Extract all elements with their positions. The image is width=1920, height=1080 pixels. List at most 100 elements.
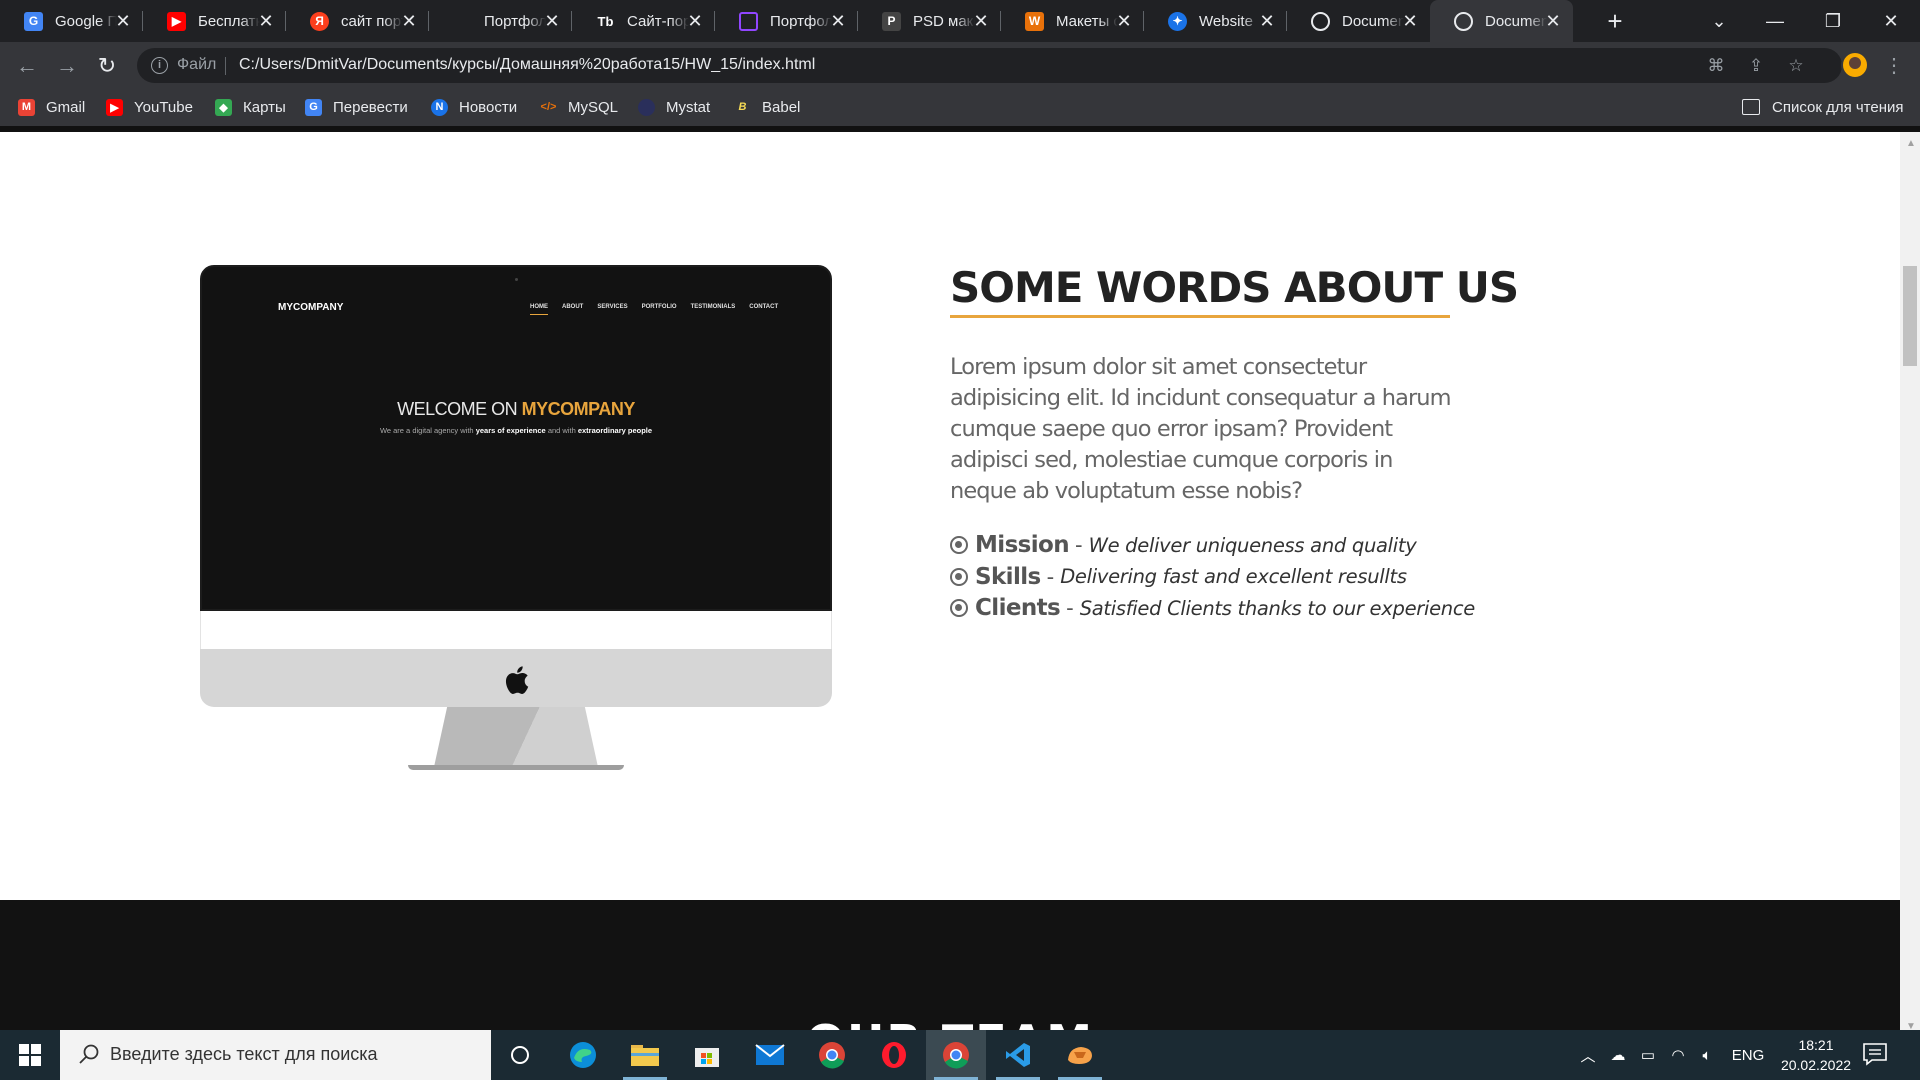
taskbar-store[interactable] <box>677 1030 737 1080</box>
mockup-hero-title-light: WELCOME ON <box>397 399 522 419</box>
bookmark-translate[interactable]: G Перевести <box>305 96 408 118</box>
tab-website[interactable]: ✦ Website ✕ <box>1144 0 1287 42</box>
tab-label: Website <box>1199 12 1253 30</box>
tab-psd-mockup[interactable]: P PSD маке ✕ <box>858 0 1001 42</box>
start-button[interactable] <box>0 1030 60 1080</box>
mockup-nav: HOME ABOUT SERVICES PORTFOLIO TESTIMONIA… <box>530 304 779 315</box>
tab-site-portfolio[interactable]: Tb Сайт-пор ✕ <box>572 0 715 42</box>
tab-portfolio-1[interactable]: Портфол ✕ <box>429 0 572 42</box>
about-title-bold: ABOUT US <box>1284 263 1519 312</box>
clock-time: 18:21 <box>1798 1037 1834 1053</box>
bookmark-babel[interactable]: B Babel <box>734 96 801 118</box>
tab-youtube[interactable]: ▶ Бесплатн ✕ <box>143 0 286 42</box>
tab-label: Documen <box>1342 12 1404 30</box>
tab-search-chevron-icon[interactable]: ⌄ <box>1696 0 1742 42</box>
close-icon[interactable]: ✕ <box>685 11 705 31</box>
page-scrollbar[interactable]: ▲ ▼ <box>1900 132 1920 1030</box>
tab-yandex[interactable]: Я сайт порт ✕ <box>286 0 429 42</box>
close-icon[interactable]: ✕ <box>399 11 419 31</box>
close-window-button[interactable]: ✕ <box>1868 0 1914 42</box>
mockup-hero-title-bold: MYCOMPANY <box>521 399 636 419</box>
about-paragraph: Lorem ipsum dolor sit amet consectetur a… <box>950 354 1452 504</box>
taskbar-app-orange[interactable] <box>1050 1030 1110 1080</box>
youtube-icon: ▶ <box>106 98 123 116</box>
feature-skills: Skills - Delivering fast and excellent r… <box>950 561 1452 593</box>
feature-name: Skills <box>975 563 1041 590</box>
close-icon[interactable]: ✕ <box>1400 11 1420 31</box>
tray-chevron-up-icon[interactable]: ︿ <box>1576 1030 1600 1080</box>
address-bar[interactable]: i Файл C:/Users/DmitVar/Documents/курсы/… <box>137 48 1842 83</box>
bookmark-label: Mystat <box>666 98 711 116</box>
wifi-icon[interactable]: ◠ <box>1665 1030 1691 1080</box>
camera-dot <box>515 278 518 281</box>
bookmark-mysql[interactable]: </> MySQL <box>540 96 618 118</box>
clock[interactable]: 18:21 20.02.2022 <box>1776 1035 1856 1075</box>
bookmark-gmail[interactable]: M Gmail <box>18 96 85 118</box>
translate-icon[interactable]: ⌘ <box>1705 55 1727 77</box>
new-tab-button[interactable]: + <box>1600 6 1630 36</box>
forward-button[interactable]: → <box>51 50 83 82</box>
chrome-icon <box>819 1042 845 1069</box>
scroll-thumb[interactable] <box>1903 266 1917 366</box>
close-icon[interactable]: ✕ <box>542 11 562 31</box>
mockup-nav-item: CONTACT <box>749 304 779 310</box>
feature-separator: - <box>1046 564 1055 589</box>
bookmark-mystat[interactable]: Mystat <box>638 96 710 118</box>
close-icon[interactable]: ✕ <box>256 11 276 31</box>
close-icon[interactable]: ✕ <box>1114 11 1134 31</box>
bookmark-youtube[interactable]: ▶ YouTube <box>106 96 193 118</box>
tab-mockups[interactable]: W Макеты с ✕ <box>1001 0 1144 42</box>
taskbar-vscode[interactable] <box>988 1030 1048 1080</box>
task-view-button[interactable] <box>490 1030 550 1080</box>
bookmark-label: Перевести <box>333 98 408 116</box>
volume-icon[interactable]: 🔈︎ <box>1693 1030 1721 1080</box>
scroll-down-arrow-icon[interactable]: ▼ <box>1906 1021 1916 1030</box>
taskbar-chrome[interactable] <box>802 1030 862 1080</box>
language-indicator[interactable]: ENG <box>1728 1030 1768 1080</box>
close-icon[interactable]: ✕ <box>1543 11 1563 31</box>
restore-button[interactable]: ❐ <box>1810 0 1856 42</box>
scroll-up-arrow-icon[interactable]: ▲ <box>1906 138 1916 149</box>
bookmark-maps[interactable]: ◆ Карты <box>215 96 286 118</box>
taskbar-opera[interactable] <box>864 1030 924 1080</box>
taskbar-search-box[interactable]: Введите здесь текст для поиска <box>60 1030 491 1080</box>
close-icon[interactable]: ✕ <box>1257 11 1277 31</box>
feature-name: Clients <box>975 595 1061 622</box>
blank-page-icon <box>453 12 472 31</box>
mockup-hero-subtitle: We are a digital agency with years of ex… <box>202 426 830 435</box>
url-text[interactable]: C:/Users/DmitVar/Documents/курсы/Домашня… <box>239 56 815 74</box>
bookmark-star-icon[interactable]: ☆ <box>1785 55 1807 77</box>
tab-label: Documen <box>1485 12 1547 30</box>
bookmarks-bar: M Gmail ▶ YouTube ◆ Карты G Перевести N Новос… <box>0 89 1920 126</box>
bookmark-news[interactable]: N Новости <box>431 96 517 118</box>
onedrive-cloud-icon[interactable]: ☁ <box>1605 1030 1631 1080</box>
notification-icon[interactable] <box>1862 1042 1888 1066</box>
psd-icon: P <box>882 11 901 31</box>
search-placeholder: Введите здесь текст для поиска <box>110 1044 378 1064</box>
taskbar-file-explorer[interactable] <box>615 1030 675 1080</box>
dot-circle-icon <box>950 567 968 586</box>
mockup-sub-part: We are a digital agency with <box>379 426 476 435</box>
reading-list-button[interactable]: Список для чтения <box>1742 96 1904 118</box>
close-icon[interactable]: ✕ <box>113 11 133 31</box>
tab-portfolio-2[interactable]: Портфол ✕ <box>715 0 858 42</box>
back-button[interactable]: ← <box>11 50 43 82</box>
tab-document-active[interactable]: Documen ✕ <box>1430 0 1573 42</box>
info-icon[interactable]: i <box>151 57 168 74</box>
imac-stand <box>434 707 598 767</box>
taskbar-mail[interactable] <box>740 1030 800 1080</box>
browser-toolbar: ← → ↻ i Файл C:/Users/DmitVar/Documents/… <box>0 42 1920 89</box>
taskbar-edge[interactable] <box>553 1030 613 1080</box>
reload-button[interactable]: ↻ <box>91 50 123 82</box>
profile-avatar[interactable] <box>1841 51 1869 79</box>
minimize-button[interactable]: — <box>1752 0 1798 42</box>
battery-icon[interactable]: ▭ <box>1635 1030 1661 1080</box>
taskbar-chrome-active[interactable] <box>926 1030 986 1080</box>
tab-google-translate[interactable]: G Google П ✕ <box>0 0 143 42</box>
url-divider <box>225 57 226 75</box>
share-icon[interactable]: ⇪ <box>1745 55 1767 77</box>
tab-document-1[interactable]: Documen ✕ <box>1287 0 1430 42</box>
close-icon[interactable]: ✕ <box>828 11 848 31</box>
close-icon[interactable]: ✕ <box>971 11 991 31</box>
menu-dots-icon[interactable]: ⋮ <box>1880 50 1908 82</box>
